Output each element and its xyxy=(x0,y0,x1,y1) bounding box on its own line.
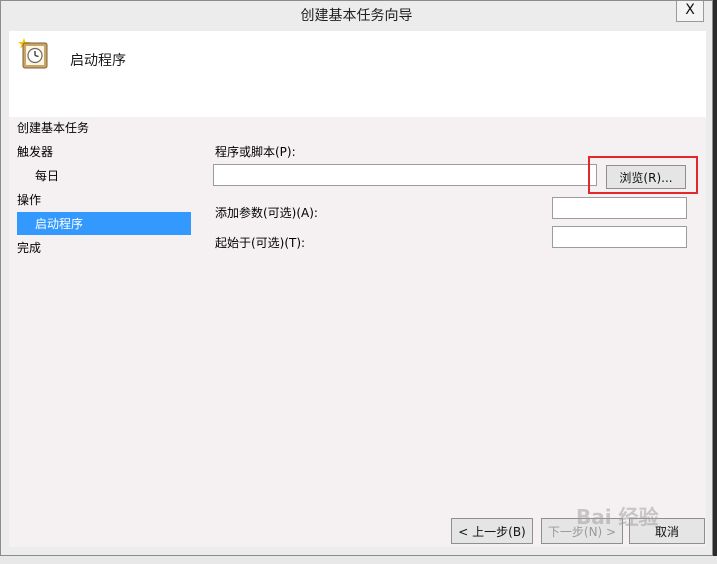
step-start-program[interactable]: 启动程序 xyxy=(35,215,83,237)
program-input[interactable] xyxy=(213,164,597,186)
taskbar-strip xyxy=(0,556,717,564)
start-in-label: 起始于(可选)(T): xyxy=(215,236,306,250)
start-in-input[interactable] xyxy=(552,226,687,248)
scheduled-task-clock-icon xyxy=(17,37,51,71)
step-finish[interactable]: 完成 xyxy=(17,239,41,261)
cancel-button[interactable]: 取消 xyxy=(629,518,705,544)
wizard-window: 创建基本任务向导 X 启动程序 创建基本任务 触发器 每日 操作 启动程序 完成… xyxy=(0,0,713,556)
title-bar: 创建基本任务向导 X xyxy=(1,1,712,31)
program-label: 程序或脚本(P): xyxy=(215,145,296,159)
step-create-basic-task[interactable]: 创建基本任务 xyxy=(17,119,89,141)
close-button[interactable]: X xyxy=(676,1,704,22)
step-daily[interactable]: 每日 xyxy=(35,167,59,189)
arguments-label: 添加参数(可选)(A): xyxy=(215,206,318,220)
step-trigger[interactable]: 触发器 xyxy=(17,143,53,165)
back-button[interactable]: < 上一步(B) xyxy=(451,518,533,544)
annotation-highlight-box xyxy=(588,156,698,194)
wizard-header: 启动程序 xyxy=(9,31,706,117)
step-action[interactable]: 操作 xyxy=(17,191,41,213)
page-title: 启动程序 xyxy=(70,53,126,69)
window-title: 创建基本任务向导 xyxy=(300,8,413,24)
arguments-input[interactable] xyxy=(552,197,687,219)
next-button[interactable]: 下一步(N) > xyxy=(541,518,623,544)
